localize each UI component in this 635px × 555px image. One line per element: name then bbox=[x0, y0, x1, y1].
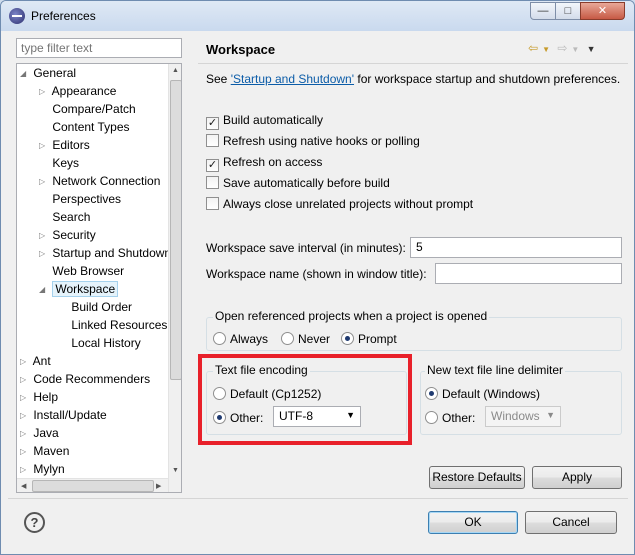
never-radio[interactable]: Never bbox=[281, 331, 330, 347]
scroll-up-icon[interactable]: ▲ bbox=[172, 67, 179, 74]
collapsed-arrow-icon: ▷ bbox=[39, 141, 46, 150]
highlight-annotation bbox=[198, 354, 412, 445]
startup-hint: See 'Startup and Shutdown' for workspace… bbox=[206, 72, 621, 86]
refresh-on-access-checkbox[interactable]: ✓ Refresh on access bbox=[206, 154, 322, 172]
scroll-down-icon[interactable]: ▼ bbox=[172, 467, 179, 474]
apply-button[interactable]: Apply bbox=[532, 466, 622, 489]
back-arrow-icon[interactable]: ⇦ bbox=[528, 41, 538, 55]
tree-item-perspectives[interactable]: Perspectives bbox=[39, 190, 121, 208]
startup-shutdown-link[interactable]: 'Startup and Shutdown' bbox=[231, 72, 354, 86]
view-menu-icon[interactable]: ▼ bbox=[587, 44, 596, 54]
tree-item-content-types[interactable]: Content Types bbox=[39, 118, 129, 136]
checkmark-icon: ✓ bbox=[206, 159, 219, 172]
line-delimiter-title: New text file line delimiter bbox=[425, 363, 566, 377]
tree-item-mylyn[interactable]: ▷ Mylyn bbox=[20, 460, 65, 478]
tree-item-code-recommenders[interactable]: ▷ Code Recommenders bbox=[20, 370, 150, 388]
title-bar[interactable]: Preferences — □ ✕ bbox=[1, 1, 634, 31]
tree-item-appearance[interactable]: ▷ Appearance bbox=[39, 82, 116, 100]
horizontal-scroll-thumb[interactable] bbox=[32, 480, 154, 492]
expanded-arrow-icon: ◢ bbox=[39, 285, 46, 294]
save-interval-input[interactable]: 5 bbox=[410, 237, 622, 258]
collapsed-arrow-icon: ▷ bbox=[20, 465, 27, 474]
collapsed-arrow-icon: ▷ bbox=[39, 249, 46, 258]
collapsed-arrow-icon: ▷ bbox=[39, 87, 46, 96]
tree-item-network-connection[interactable]: ▷ Network Connection bbox=[39, 172, 160, 190]
forward-arrow-icon[interactable]: ⇨ bbox=[557, 41, 567, 55]
tree-item-build-order[interactable]: Build Order bbox=[58, 298, 132, 316]
scroll-right-icon[interactable]: ▶ bbox=[156, 482, 161, 490]
tree-item-workspace[interactable]: ◢ Workspace bbox=[39, 280, 119, 298]
tree-item-install-update[interactable]: ▷ Install/Update bbox=[20, 406, 107, 424]
collapsed-arrow-icon: ▷ bbox=[20, 447, 27, 456]
refresh-native-hooks-checkbox[interactable]: Refresh using native hooks or polling bbox=[206, 133, 420, 149]
collapsed-arrow-icon: ▷ bbox=[39, 177, 46, 186]
tree-item-security[interactable]: ▷ Security bbox=[39, 226, 96, 244]
restore-defaults-button[interactable]: Restore Defaults bbox=[429, 466, 525, 489]
collapsed-arrow-icon: ▷ bbox=[39, 231, 46, 240]
tree-item-linked-resources[interactable]: Linked Resources bbox=[58, 316, 167, 334]
forward-menu-icon[interactable]: ▼ bbox=[571, 45, 579, 54]
ok-button[interactable]: OK bbox=[428, 511, 518, 534]
line-delimiter-group: New text file line delimiter Default (Wi… bbox=[420, 363, 622, 435]
eclipse-logo-icon bbox=[9, 8, 25, 24]
footer-separator bbox=[8, 498, 628, 499]
tree-item-help[interactable]: ▷ Help bbox=[20, 388, 58, 406]
collapsed-arrow-icon: ▷ bbox=[20, 393, 27, 402]
tree-item-keys[interactable]: Keys bbox=[39, 154, 79, 172]
tree-item-maven[interactable]: ▷ Maven bbox=[20, 442, 69, 460]
preference-tree: ◢ General ▷ Appearance Compare/Patch Con… bbox=[16, 63, 182, 493]
collapsed-arrow-icon: ▷ bbox=[20, 429, 27, 438]
filter-input[interactable] bbox=[16, 38, 182, 58]
build-automatically-checkbox[interactable]: ✓ Build automatically bbox=[206, 112, 323, 130]
tree-item-editors[interactable]: ▷ Editors bbox=[39, 136, 90, 154]
delimiter-default-radio[interactable]: Default (Windows) bbox=[425, 386, 540, 402]
page-title: Workspace bbox=[206, 42, 276, 57]
minimize-button[interactable]: — bbox=[530, 2, 556, 20]
maximize-button[interactable]: □ bbox=[555, 2, 581, 20]
collapsed-arrow-icon: ▷ bbox=[20, 357, 27, 366]
tree-vertical-scrollbar[interactable]: ▲ ▼ bbox=[168, 64, 181, 492]
save-interval-label: Workspace save interval (in minutes): bbox=[206, 241, 406, 255]
tree-item-startup-shutdown[interactable]: ▷ Startup and Shutdown bbox=[39, 244, 171, 262]
tree-item-java[interactable]: ▷ Java bbox=[20, 424, 59, 442]
collapsed-arrow-icon: ▷ bbox=[20, 375, 27, 384]
tree-item-local-history[interactable]: Local History bbox=[58, 334, 140, 352]
navigation-icons: ⇦ ▼ ⇨ ▼ ▼ bbox=[528, 41, 600, 55]
back-menu-icon[interactable]: ▼ bbox=[542, 45, 550, 54]
preferences-window: Preferences — □ ✕ ◢ General ▷ Appearance… bbox=[0, 0, 635, 555]
tree-item-compare-patch[interactable]: Compare/Patch bbox=[39, 100, 135, 118]
open-referenced-projects-title: Open referenced projects when a project … bbox=[213, 309, 490, 323]
close-unrelated-projects-checkbox[interactable]: Always close unrelated projects without … bbox=[206, 196, 473, 212]
expanded-arrow-icon: ◢ bbox=[20, 69, 27, 78]
always-radio[interactable]: Always bbox=[213, 331, 268, 347]
tree-item-general[interactable]: ◢ General bbox=[20, 64, 76, 82]
help-icon[interactable]: ? bbox=[24, 512, 45, 533]
workspace-name-label: Workspace name (shown in window title): bbox=[206, 267, 427, 281]
cancel-button[interactable]: Cancel bbox=[525, 511, 617, 534]
tree-horizontal-scrollbar[interactable]: ◀ ▶ bbox=[17, 478, 168, 492]
tree-item-search[interactable]: Search bbox=[39, 208, 90, 226]
delimiter-other-radio[interactable]: Other: bbox=[425, 410, 475, 426]
dialog-content: ◢ General ▷ Appearance Compare/Patch Con… bbox=[8, 31, 628, 549]
tree-item-ant[interactable]: ▷ Ant bbox=[20, 352, 51, 370]
window-title: Preferences bbox=[31, 9, 96, 23]
title-separator bbox=[198, 63, 628, 64]
checkmark-icon: ✓ bbox=[206, 117, 219, 130]
delimiter-select[interactable]: Windows ▼ bbox=[485, 406, 561, 427]
close-button[interactable]: ✕ bbox=[580, 2, 625, 20]
save-before-build-checkbox[interactable]: Save automatically before build bbox=[206, 175, 390, 191]
dropdown-arrow-icon: ▼ bbox=[546, 410, 555, 420]
scroll-left-icon[interactable]: ◀ bbox=[21, 482, 26, 490]
tree-item-web-browser[interactable]: Web Browser bbox=[39, 262, 124, 280]
collapsed-arrow-icon: ▷ bbox=[20, 411, 27, 420]
open-referenced-projects-group: Open referenced projects when a project … bbox=[206, 309, 622, 351]
vertical-scroll-thumb[interactable] bbox=[170, 80, 181, 380]
workspace-name-input[interactable] bbox=[435, 263, 622, 284]
prompt-radio[interactable]: Prompt bbox=[341, 331, 397, 347]
